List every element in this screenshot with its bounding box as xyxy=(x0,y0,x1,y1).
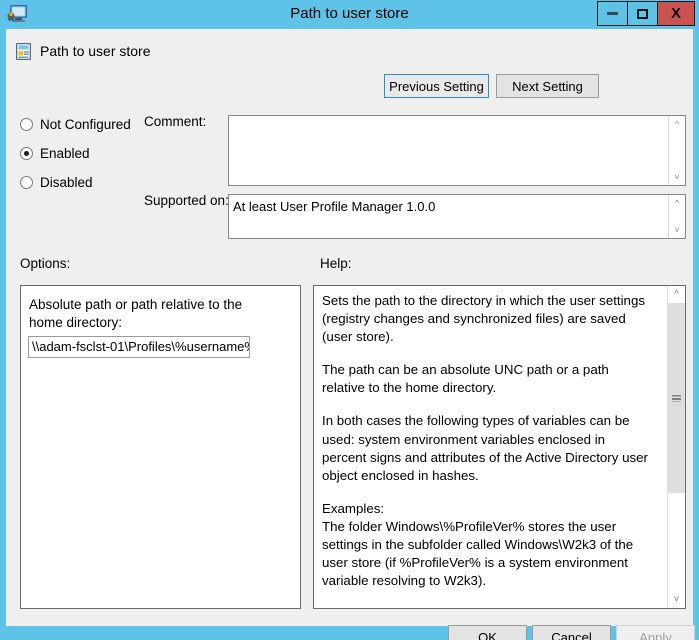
help-paragraph: Examples: The folder Windows\%ProfileVer%… xyxy=(322,500,634,589)
comment-textarea[interactable]: ^ ˅ xyxy=(228,115,686,186)
apply-button[interactable]: Apply xyxy=(616,625,695,640)
supported-on-textarea[interactable]: At least User Profile Manager 1.0.0 ^ ˅ xyxy=(228,194,686,239)
scrollbar-grip-icon xyxy=(672,394,681,402)
window-controls: X xyxy=(597,1,695,26)
supported-on-label: Supported on: xyxy=(144,193,229,208)
dialog-client-area: Path to user store Previous Setting Next… xyxy=(6,29,695,640)
help-paragraph: In both cases the following types of var… xyxy=(322,413,648,483)
radio-enabled-indicator xyxy=(20,147,33,160)
help-scrollbar[interactable]: ^ ˅ xyxy=(667,286,685,608)
help-paragraph: The path can be an absolute UNC path or … xyxy=(322,362,609,396)
radio-disabled-indicator xyxy=(20,176,33,189)
comment-label: Comment: xyxy=(144,114,207,129)
radio-not-configured-label: Not Configured xyxy=(40,117,131,132)
user-store-path-input[interactable]: \\adam-fsclst-01\Profiles\%username% xyxy=(28,336,250,358)
setting-icon xyxy=(16,43,31,60)
chevron-up-icon[interactable]: ^ xyxy=(669,116,685,132)
minimize-button[interactable] xyxy=(597,1,628,26)
chevron-up-icon[interactable]: ^ xyxy=(669,195,685,211)
radio-not-configured[interactable]: Not Configured xyxy=(20,117,131,132)
comment-scrollbar[interactable]: ^ ˅ xyxy=(668,116,685,185)
help-panel: Sets the path to the directory in which … xyxy=(313,285,686,609)
maximize-button[interactable] xyxy=(627,1,658,26)
maximize-icon xyxy=(637,8,648,19)
radio-disabled-label: Disabled xyxy=(40,175,93,190)
previous-setting-button[interactable]: Previous Setting xyxy=(384,74,489,98)
scrollbar-thumb[interactable] xyxy=(668,303,685,493)
next-setting-button[interactable]: Next Setting xyxy=(496,74,599,98)
radio-enabled-label: Enabled xyxy=(40,146,90,161)
help-text: Sets the path to the directory in which … xyxy=(322,292,652,602)
cancel-button[interactable]: Cancel xyxy=(532,625,611,640)
chevron-down-icon[interactable]: ˅ xyxy=(669,169,685,185)
options-panel: Absolute path or path relative to the ho… xyxy=(20,285,301,609)
supported-on-value: At least User Profile Manager 1.0.0 xyxy=(233,199,436,214)
close-button[interactable]: X xyxy=(657,1,695,26)
group-policy-setting-dialog: Path to user store X Path to user store xyxy=(0,0,699,640)
minimize-icon xyxy=(607,12,618,15)
radio-enabled[interactable]: Enabled xyxy=(20,146,90,161)
title-bar[interactable]: Path to user store X xyxy=(0,0,699,29)
path-field-label: Absolute path or path relative to the ho… xyxy=(29,297,243,330)
chevron-up-icon[interactable]: ^ xyxy=(668,286,685,303)
radio-disabled[interactable]: Disabled xyxy=(20,175,93,190)
radio-not-configured-indicator xyxy=(20,118,33,131)
chevron-down-icon[interactable]: ˅ xyxy=(669,222,685,238)
close-icon: X xyxy=(670,4,681,22)
chevron-down-icon[interactable]: ˅ xyxy=(668,591,685,608)
supported-on-scrollbar[interactable]: ^ ˅ xyxy=(668,195,685,238)
options-label: Options: xyxy=(20,256,71,271)
ok-button[interactable]: OK xyxy=(448,625,527,640)
setting-title: Path to user store xyxy=(40,43,151,59)
window-title: Path to user store xyxy=(290,5,409,22)
help-label: Help: xyxy=(320,256,352,271)
computer-policy-icon xyxy=(7,5,27,22)
help-paragraph: Sets the path to the directory in which … xyxy=(322,293,645,345)
